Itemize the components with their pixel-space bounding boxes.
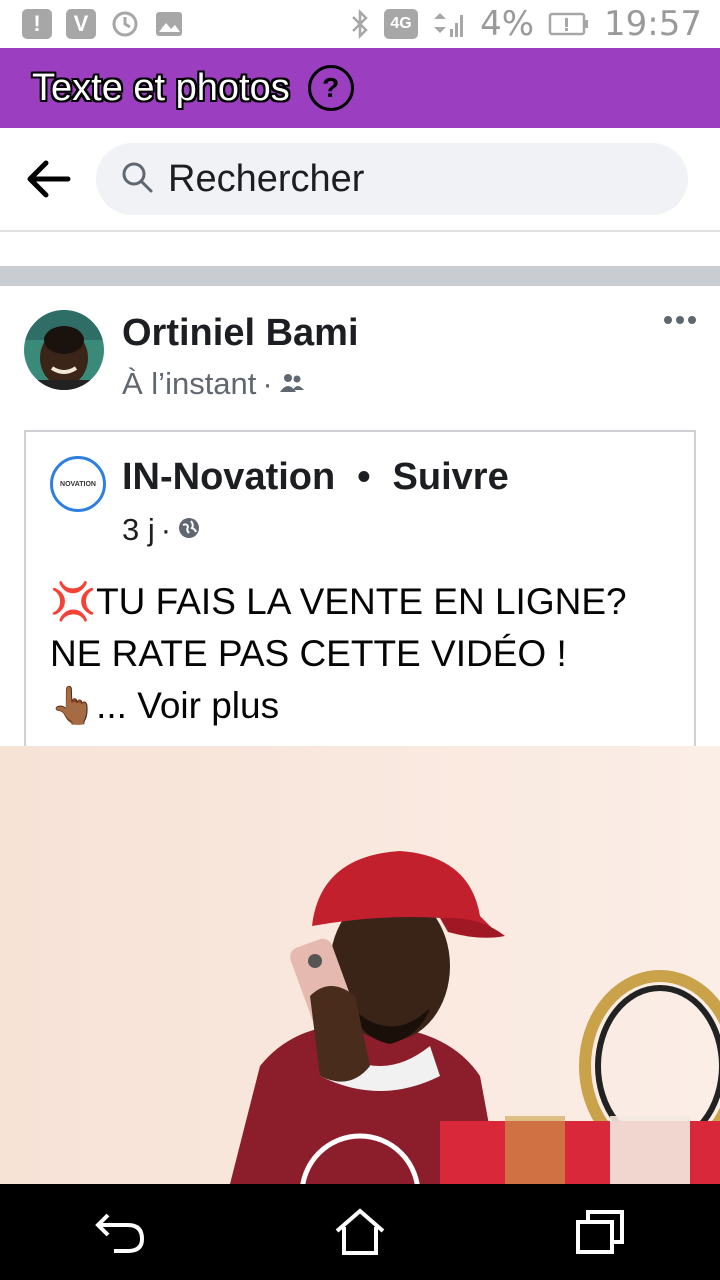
post-text-line3: 👆🏾... Voir plus [50, 680, 690, 732]
post-text-line1: 💢TU FAIS LA VENTE EN LIGNE? [50, 581, 627, 622]
globe-icon [177, 512, 201, 548]
navigation-bar [0, 1184, 720, 1280]
more-options-icon[interactable] [664, 316, 696, 324]
back-icon[interactable] [80, 1192, 160, 1272]
battery-percent: 4% [480, 4, 535, 44]
search-icon [120, 160, 154, 199]
page-logo-text: NOVATION [60, 480, 96, 488]
alert-icon: ! [22, 9, 52, 39]
section-divider [0, 266, 720, 286]
bluetooth-icon [350, 9, 370, 39]
post-header: Ortiniel Bami À l’instant · [0, 286, 720, 426]
shared-post-time: 3 j [122, 512, 155, 547]
home-icon[interactable] [320, 1192, 400, 1272]
back-arrow-icon[interactable] [24, 154, 74, 204]
search-row: Rechercher [0, 128, 720, 232]
see-more-link[interactable]: ... Voir plus [96, 685, 279, 726]
clock: 19:57 [604, 4, 702, 44]
page-title: Texte et photos [32, 66, 290, 109]
pointing-emoji: 👆🏾 [50, 685, 97, 726]
v-app-icon: V [66, 9, 96, 39]
shared-meta-separator: · [160, 512, 172, 547]
friends-icon [279, 366, 305, 402]
post-text: 💢TU FAIS LA VENTE EN LIGNE? NE RATE PAS … [50, 576, 690, 732]
search-placeholder: Rechercher [168, 157, 365, 200]
battery-icon [548, 11, 590, 37]
status-bar: ! V 4G 4% 19:57 [0, 0, 720, 48]
page-avatar[interactable]: NOVATION [50, 456, 106, 512]
meta-separator: · [262, 366, 273, 401]
image-icon [154, 10, 184, 38]
follow-button[interactable]: Suivre [393, 456, 509, 499]
post-video-thumbnail[interactable] [0, 746, 720, 1184]
help-icon[interactable]: ? [307, 65, 354, 111]
4g-icon: 4G [384, 9, 419, 39]
search-input[interactable]: Rechercher [96, 143, 688, 215]
sync-icon [110, 9, 140, 39]
page-bullet: • [357, 456, 371, 498]
post-meta: À l’instant · [122, 366, 305, 402]
post-author[interactable]: Ortiniel Bami [122, 312, 359, 355]
shared-post-card[interactable]: NOVATION IN-Novation • Suivre 3 j · 💢TU … [24, 430, 696, 760]
post-text-line2: NE RATE PAS CETTE VIDÉO ! [50, 633, 567, 674]
post-time: À l’instant [122, 366, 257, 401]
page-name[interactable]: IN-Novation [122, 456, 335, 499]
title-bar: Texte et photos ? [0, 48, 720, 128]
page-line: IN-Novation • Suivre [122, 456, 509, 499]
shared-post-meta: 3 j · [122, 512, 201, 548]
signal-icon [432, 9, 466, 39]
avatar[interactable] [24, 310, 104, 390]
recents-icon[interactable] [560, 1192, 640, 1272]
